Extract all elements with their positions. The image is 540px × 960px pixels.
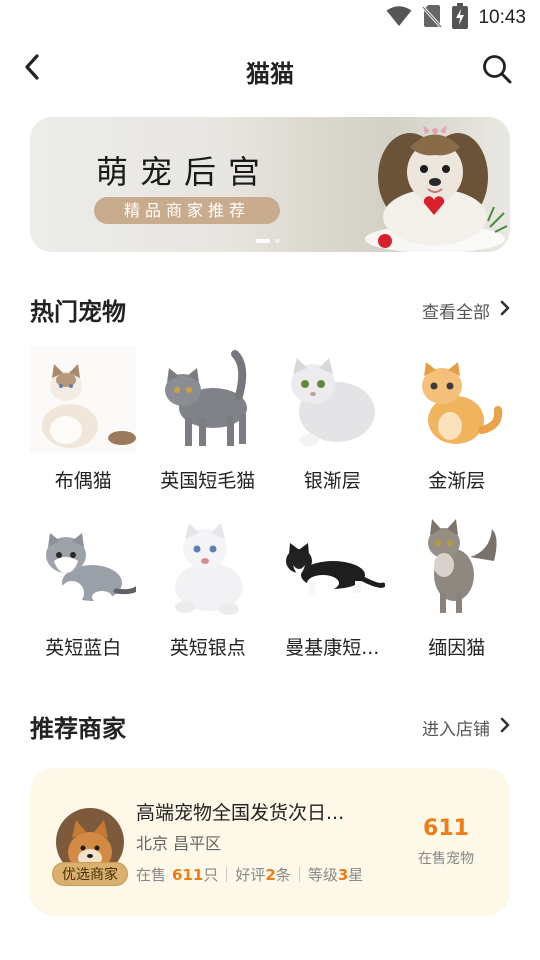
pet-name: 英短蓝白 bbox=[45, 637, 122, 659]
merchant-stats: 在售 611 只 好评 2 条 等级 3 星 bbox=[136, 864, 363, 885]
banner-dot[interactable] bbox=[275, 239, 280, 243]
pet-item-maine-coon[interactable]: 缅因猫 bbox=[395, 513, 520, 660]
merchants-header: 推荐商家 进入店铺 bbox=[30, 707, 510, 743]
merchant-name: 高端宠物全国发货次日... bbox=[136, 802, 345, 824]
view-all-label: 查看全部 bbox=[422, 303, 490, 323]
pet-item-silver-point[interactable]: 英短银点 bbox=[146, 513, 271, 660]
pet-item-golden-shaded[interactable]: 金渐层 bbox=[395, 346, 520, 493]
merchant-location: 北京 昌平区 bbox=[136, 834, 222, 853]
hot-pets-grid: 布偶猫 英国短毛猫 银渐层 金渐层 英短蓝白 英短银点 曼基康短... 缅因猫 bbox=[21, 346, 519, 660]
merchant-card[interactable]: 优选商家 高端宠物全国发货次日... 北京 昌平区 在售 611 只 好评 2 … bbox=[30, 768, 510, 916]
reviews-prefix: 好评 bbox=[235, 866, 266, 884]
view-all-link[interactable]: 查看全部 bbox=[422, 298, 510, 323]
banner-dot-active[interactable] bbox=[256, 239, 270, 243]
enter-store-label: 进入店铺 bbox=[422, 720, 490, 740]
status-time: 10:43 bbox=[478, 7, 526, 28]
battery-charging-icon bbox=[452, 3, 469, 33]
reviews-value: 2 bbox=[265, 865, 276, 884]
pets-on-sale-label: 在售宠物 bbox=[418, 851, 474, 867]
chevron-right-icon bbox=[500, 300, 510, 321]
wifi-icon bbox=[386, 5, 412, 31]
hot-pets-header: 热门宠物 查看全部 bbox=[30, 290, 510, 326]
stat-divider bbox=[226, 867, 228, 882]
silver-shaded-cat-image bbox=[279, 346, 386, 452]
enter-store-link[interactable]: 进入店铺 bbox=[422, 715, 510, 740]
onsale-prefix: 在售 bbox=[136, 866, 167, 884]
page-title: 猫猫 bbox=[246, 60, 294, 88]
merchant-avatar-wrap: 优选商家 bbox=[52, 808, 128, 886]
pet-name: 英短银点 bbox=[169, 637, 246, 659]
merchants-title: 推荐商家 bbox=[30, 715, 126, 743]
hot-pets-title: 热门宠物 bbox=[30, 298, 126, 326]
banner-subtitle: 精品商家推荐 bbox=[94, 197, 280, 224]
level-suffix: 星 bbox=[348, 866, 364, 884]
pet-item-blue-white[interactable]: 英短蓝白 bbox=[21, 513, 146, 660]
status-icons: 10:43 bbox=[386, 3, 526, 33]
banner-pagination bbox=[256, 239, 280, 243]
silver-point-cat-image bbox=[154, 513, 261, 619]
stat-divider bbox=[298, 867, 300, 882]
level-value: 3 bbox=[337, 865, 349, 884]
pets-on-sale-count: 611 bbox=[423, 816, 469, 841]
golden-shaded-cat-image bbox=[403, 346, 510, 452]
pet-item-british-shorthair[interactable]: 英国短毛猫 bbox=[146, 346, 271, 493]
onsale-value: 611 bbox=[172, 865, 204, 884]
british-shorthair-image bbox=[154, 346, 261, 452]
banner-title: 萌宠后宫 bbox=[96, 153, 273, 191]
pet-name: 曼基康短... bbox=[285, 637, 380, 659]
blue-white-cat-image bbox=[30, 513, 137, 619]
maine-coon-image bbox=[403, 513, 510, 619]
munchkin-cat-image bbox=[279, 513, 386, 619]
pet-name: 金渐层 bbox=[428, 470, 486, 492]
onsale-suffix: 只 bbox=[203, 866, 219, 884]
status-bar: 10:43 bbox=[0, 0, 540, 36]
pet-item-silver-shaded[interactable]: 银渐层 bbox=[270, 346, 395, 493]
search-button[interactable] bbox=[480, 54, 514, 88]
featured-merchant-badge: 优选商家 bbox=[52, 862, 128, 886]
promo-banner[interactable]: 萌宠后宫 精品商家推荐 bbox=[30, 117, 510, 252]
pet-item-munchkin[interactable]: 曼基康短... bbox=[270, 513, 395, 660]
ragdoll-cat-image bbox=[30, 346, 137, 452]
search-icon bbox=[481, 53, 513, 89]
level-prefix: 等级 bbox=[307, 866, 338, 884]
pet-name: 银渐层 bbox=[303, 470, 361, 492]
chevron-right-icon bbox=[500, 717, 510, 738]
pet-item-ragdoll[interactable]: 布偶猫 bbox=[21, 346, 146, 493]
reviews-suffix: 条 bbox=[275, 866, 291, 884]
pet-name: 布偶猫 bbox=[54, 470, 112, 492]
no-sim-icon bbox=[422, 4, 443, 32]
banner-dog-image bbox=[365, 125, 508, 252]
pet-name: 缅因猫 bbox=[428, 637, 486, 659]
top-bar: 猫猫 bbox=[0, 44, 540, 94]
pet-name: 英国短毛猫 bbox=[160, 470, 256, 492]
